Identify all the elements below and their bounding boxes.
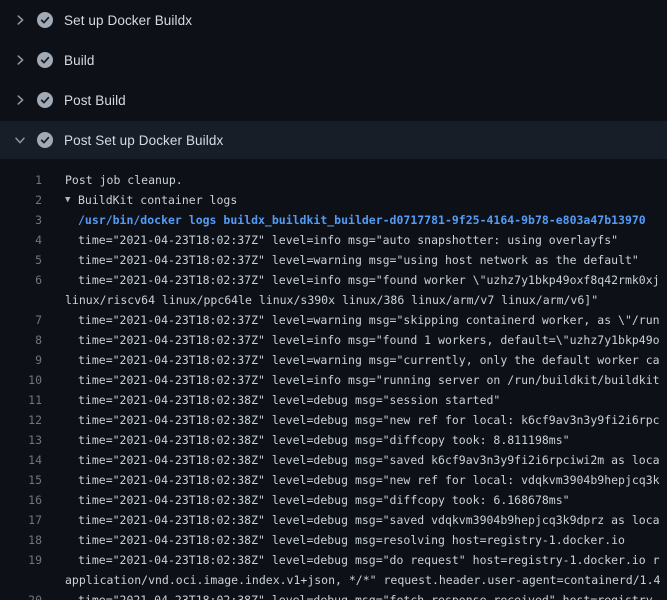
step-title: Post Build (64, 93, 126, 108)
chevron-icon[interactable] (12, 52, 28, 68)
check-circle-icon (37, 132, 53, 148)
log-line-text: time="2021-04-23T18:02:37Z" level=info m… (78, 330, 660, 350)
log-line-number[interactable]: 16 (0, 490, 42, 510)
log-line: 10 time="2021-04-23T18:02:37Z" level=info… (0, 370, 667, 390)
log-line-text[interactable]: BuildKit container logs (78, 190, 237, 210)
log-line-number[interactable]: 3 (0, 210, 42, 230)
log-line-number[interactable]: 5 (0, 250, 42, 270)
log-line-number[interactable]: 4 (0, 230, 42, 250)
log-line: 15 time="2021-04-23T18:02:38Z" level=debu… (0, 470, 667, 490)
log-line-number[interactable]: 15 (0, 470, 42, 490)
log-line-number[interactable]: 18 (0, 530, 42, 550)
log-line-text: time="2021-04-23T18:02:38Z" level=debug … (78, 510, 660, 530)
log-line-text: application/vnd.oci.image.index.v1+json,… (65, 570, 660, 590)
log-line-text: time="2021-04-23T18:02:37Z" level=warnin… (78, 310, 660, 330)
log-line: 6 time="2021-04-23T18:02:37Z" level=info … (0, 270, 667, 290)
log-line-text: time="2021-04-23T18:02:37Z" level=warnin… (78, 350, 660, 370)
log-line-number[interactable]: 11 (0, 390, 42, 410)
check-circle-icon (37, 12, 53, 28)
log-line-number[interactable]: 2 (0, 190, 42, 210)
log-line-number[interactable]: 10 (0, 370, 42, 390)
log-line-text: time="2021-04-23T18:02:38Z" level=debug … (78, 450, 660, 470)
log-line: 19 time="2021-04-23T18:02:38Z" level=debu… (0, 550, 667, 570)
log-line-text: time="2021-04-23T18:02:37Z" level=info m… (78, 370, 660, 390)
log-line-text: time="2021-04-23T18:02:38Z" level=debug … (78, 530, 625, 550)
log-line-text: time="2021-04-23T18:02:37Z" level=info m… (78, 270, 660, 290)
log-line: 12 time="2021-04-23T18:02:38Z" level=debu… (0, 410, 667, 430)
step-row-post-set-up-docker-buildx[interactable]: Post Set up Docker Buildx (0, 121, 667, 159)
log-line-number[interactable]: 17 (0, 510, 42, 530)
step-row-build[interactable]: Build (0, 40, 667, 80)
log-line-text: time="2021-04-23T18:02:38Z" level=debug … (78, 590, 660, 600)
log-line-number[interactable]: 14 (0, 450, 42, 470)
log-line: linux/riscv64 linux/ppc64le linux/s390x … (0, 290, 667, 310)
check-circle-icon (37, 92, 53, 108)
collapse-toggle-icon[interactable]: ▼ (65, 190, 78, 210)
chevron-icon[interactable] (12, 92, 28, 108)
step-title: Build (64, 53, 95, 68)
log-line: application/vnd.oci.image.index.v1+json,… (0, 570, 667, 590)
log-line-text: time="2021-04-23T18:02:38Z" level=debug … (78, 430, 570, 450)
log-line: 13 time="2021-04-23T18:02:38Z" level=debu… (0, 430, 667, 450)
log-line[interactable]: 2 ▼BuildKit container logs (0, 190, 667, 210)
chevron-icon[interactable] (12, 132, 28, 148)
steps-list: Set up Docker Buildx Build (0, 0, 667, 159)
check-circle-icon (37, 52, 53, 68)
log-line: 7 time="2021-04-23T18:02:37Z" level=warni… (0, 310, 667, 330)
log-line-text: time="2021-04-23T18:02:38Z" level=debug … (78, 410, 660, 430)
log-viewer: 1 Post job cleanup. 2 ▼BuildKit container … (0, 170, 667, 600)
log-line: 18 time="2021-04-23T18:02:38Z" level=debu… (0, 530, 667, 550)
log-line: 14 time="2021-04-23T18:02:38Z" level=debu… (0, 450, 667, 470)
log-line: 11 time="2021-04-23T18:02:38Z" level=debu… (0, 390, 667, 410)
log-line-text: time="2021-04-23T18:02:38Z" level=debug … (78, 470, 660, 490)
log-line-number[interactable]: 13 (0, 430, 42, 450)
step-title: Post Set up Docker Buildx (64, 133, 223, 148)
log-line-text: time="2021-04-23T18:02:37Z" level=warnin… (78, 250, 639, 270)
log-line: 4 time="2021-04-23T18:02:37Z" level=info … (0, 230, 667, 250)
log-line: 1 Post job cleanup. (0, 170, 667, 190)
chevron-down-icon (13, 133, 27, 147)
log-line-text: time="2021-04-23T18:02:38Z" level=debug … (78, 550, 660, 570)
step-row-post-build[interactable]: Post Build (0, 80, 667, 120)
log-line: 16 time="2021-04-23T18:02:38Z" level=debu… (0, 490, 667, 510)
chevron-icon[interactable] (12, 12, 28, 28)
log-line-text: /usr/bin/docker logs buildx_buildkit_bui… (78, 210, 646, 230)
chevron-right-icon (13, 93, 27, 107)
log-line-text: linux/riscv64 linux/ppc64le linux/s390x … (65, 290, 598, 310)
log-line-number[interactable]: 20 (0, 590, 42, 600)
log-line: 9 time="2021-04-23T18:02:37Z" level=warni… (0, 350, 667, 370)
workflow-log-panel: Set up Docker Buildx Build (0, 0, 667, 600)
chevron-right-icon (13, 53, 27, 67)
log-line-text: time="2021-04-23T18:02:38Z" level=debug … (78, 490, 570, 510)
step-title: Set up Docker Buildx (64, 13, 192, 28)
log-line-number[interactable]: 7 (0, 310, 42, 330)
log-line: 5 time="2021-04-23T18:02:37Z" level=warni… (0, 250, 667, 270)
log-line-number[interactable]: 19 (0, 550, 42, 570)
log-line-number[interactable]: 12 (0, 410, 42, 430)
log-line-text: time="2021-04-23T18:02:37Z" level=info m… (78, 230, 618, 250)
log-line-number[interactable]: 9 (0, 350, 42, 370)
log-line: 17 time="2021-04-23T18:02:38Z" level=debu… (0, 510, 667, 530)
log-line: 8 time="2021-04-23T18:02:37Z" level=info … (0, 330, 667, 350)
log-line-text: time="2021-04-23T18:02:38Z" level=debug … (78, 390, 500, 410)
log-line-number[interactable]: 8 (0, 330, 42, 350)
log-line-text: Post job cleanup. (65, 170, 183, 190)
log-line: 20 time="2021-04-23T18:02:38Z" level=debu… (0, 590, 667, 600)
log-line: 3/usr/bin/docker logs buildx_buildkit_bu… (0, 210, 667, 230)
log-line-number[interactable]: 1 (0, 170, 42, 190)
step-row-set-up-docker-buildx[interactable]: Set up Docker Buildx (0, 0, 667, 40)
chevron-right-icon (13, 13, 27, 27)
log-line-number[interactable]: 6 (0, 270, 42, 290)
